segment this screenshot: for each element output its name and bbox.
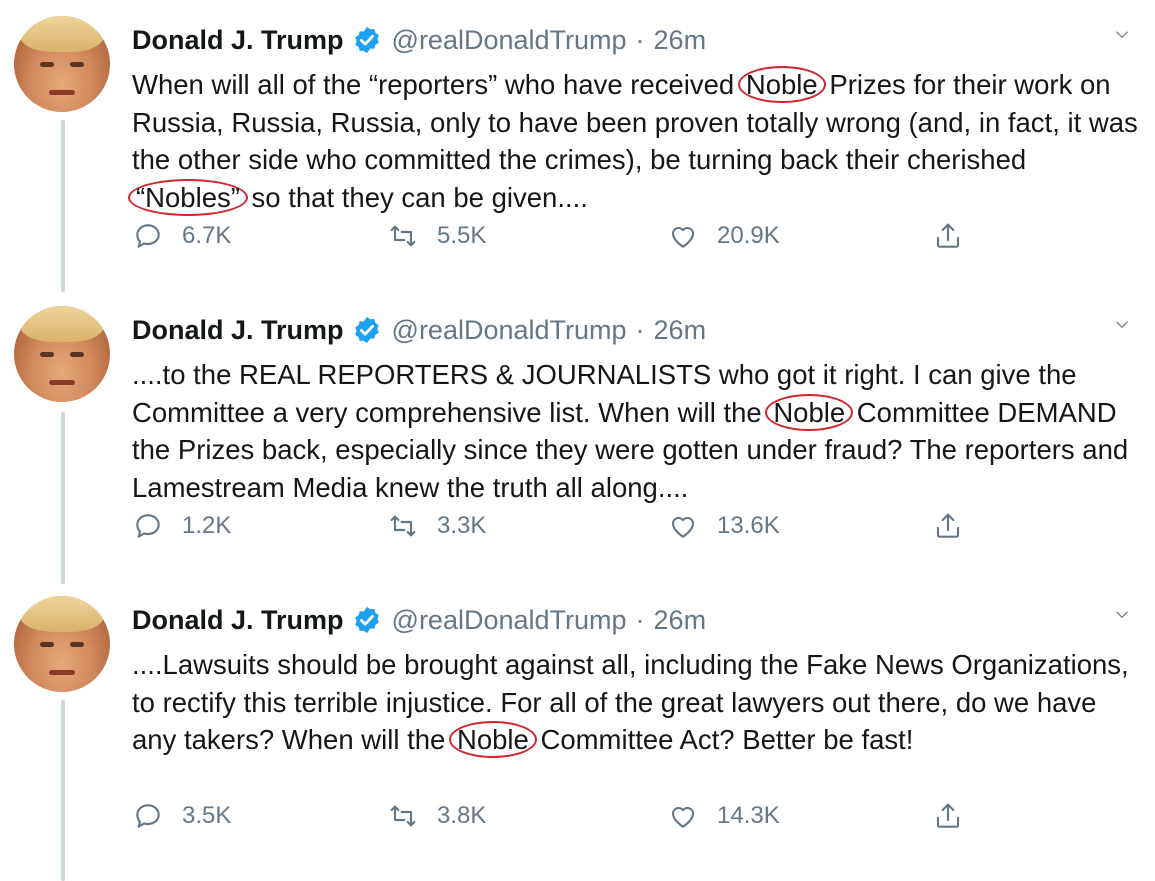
share-upload-icon <box>936 223 960 248</box>
tweet-text-segment: When will all of the “reporters” who hav… <box>132 69 742 100</box>
like-count: 14.3K <box>717 802 780 829</box>
share-button[interactable] <box>932 214 964 258</box>
heart-icon <box>671 806 695 828</box>
avatar[interactable] <box>14 16 110 112</box>
tweet-actions: 1.2K 3.3K 13.6K <box>132 504 982 548</box>
separator-dot: · <box>635 604 645 635</box>
tweet-text: ....Lawsuits should be brought against a… <box>132 646 1142 759</box>
chevron-down-icon[interactable] <box>1111 28 1133 42</box>
verified-badge-icon <box>354 606 379 634</box>
like-count: 20.9K <box>717 222 780 249</box>
speech-bubble-icon <box>136 514 160 538</box>
like-button[interactable]: 13.6K <box>667 504 780 548</box>
share-button[interactable] <box>932 794 964 838</box>
retweet-count: 3.3K <box>437 512 487 539</box>
replie-count: 3.5K <box>182 802 232 829</box>
tweet[interactable]: Donald J. Trump @realDonaldTrump · 26m When … <box>0 0 1155 290</box>
timestamp[interactable]: 26m <box>654 25 707 56</box>
retweet-button[interactable]: 3.8K <box>387 794 486 838</box>
chevron-down-icon[interactable] <box>1111 318 1133 332</box>
author-handle[interactable]: @realDonaldTrump <box>392 25 627 56</box>
replie-count: 6.7K <box>182 222 232 249</box>
share-upload-icon <box>936 803 960 828</box>
verified-badge-icon <box>354 26 379 54</box>
tweet[interactable]: Donald J. Trump @realDonaldTrump · 26m ....L… <box>0 580 1155 870</box>
timestamp[interactable]: 26m <box>654 315 707 346</box>
tweet-text-segment: so that they can be given.... <box>243 181 588 213</box>
verified-badge-icon <box>354 316 379 344</box>
author-handle[interactable]: @realDonaldTrump <box>392 605 627 636</box>
tweet-actions: 6.7K 5.5K 20.9K <box>132 214 982 258</box>
retweet-arrows-icon <box>390 515 416 537</box>
tweet-text: ....to the REAL REPORTERS & JOURNALISTS … <box>132 356 1142 506</box>
author-name[interactable]: Donald J. Trump <box>132 315 344 346</box>
retweet-button[interactable]: 5.5K <box>387 214 486 258</box>
tweet-header: Donald J. Trump @realDonaldTrump · 26m <box>132 312 706 348</box>
speech-bubble-icon <box>136 224 160 248</box>
avatar[interactable] <box>14 306 110 402</box>
avatar[interactable] <box>14 596 110 692</box>
timestamp[interactable]: 26m <box>654 605 707 636</box>
replie-count: 1.2K <box>182 512 232 539</box>
retweet-arrows-icon <box>390 805 416 827</box>
circled-word-annotation: Noble <box>448 721 537 758</box>
retweet-arrows-icon <box>390 225 416 247</box>
circled-word-annotation: Noble <box>765 393 854 431</box>
circled-word-annotation: “Nobles” <box>128 178 248 216</box>
tweet-header: Donald J. Trump @realDonaldTrump · 26m <box>132 602 706 638</box>
speech-bubble-icon <box>136 804 160 828</box>
chevron-down-icon[interactable] <box>1111 608 1133 622</box>
heart-icon <box>671 516 695 538</box>
tweet-header: Donald J. Trump @realDonaldTrump · 26m <box>132 22 706 58</box>
retweet-button[interactable]: 3.3K <box>387 504 486 548</box>
heart-icon <box>671 226 695 248</box>
like-button[interactable]: 14.3K <box>667 794 780 838</box>
separator-dot: · <box>635 24 645 55</box>
share-upload-icon <box>936 513 960 538</box>
like-button[interactable]: 20.9K <box>667 214 780 258</box>
reply-button[interactable]: 1.2K <box>132 504 231 548</box>
retweet-count: 3.8K <box>437 802 487 829</box>
like-count: 13.6K <box>717 512 780 539</box>
tweet-actions: 3.5K 3.8K 14.3K <box>132 794 982 838</box>
tweet-text: When will all of the “reporters” who hav… <box>128 66 1142 216</box>
tweet[interactable]: Donald J. Trump @realDonaldTrump · 26m ....t… <box>0 290 1155 580</box>
share-button[interactable] <box>932 504 964 548</box>
author-name[interactable]: Donald J. Trump <box>132 25 344 56</box>
circled-word-annotation: Noble <box>737 66 826 103</box>
author-name[interactable]: Donald J. Trump <box>132 605 344 636</box>
tweet-text-segment: Committee Act? Better be fast! <box>532 724 914 755</box>
separator-dot: · <box>635 314 645 345</box>
retweet-count: 5.5K <box>437 222 487 249</box>
reply-button[interactable]: 3.5K <box>132 794 231 838</box>
author-handle[interactable]: @realDonaldTrump <box>392 315 627 346</box>
reply-button[interactable]: 6.7K <box>132 214 231 258</box>
